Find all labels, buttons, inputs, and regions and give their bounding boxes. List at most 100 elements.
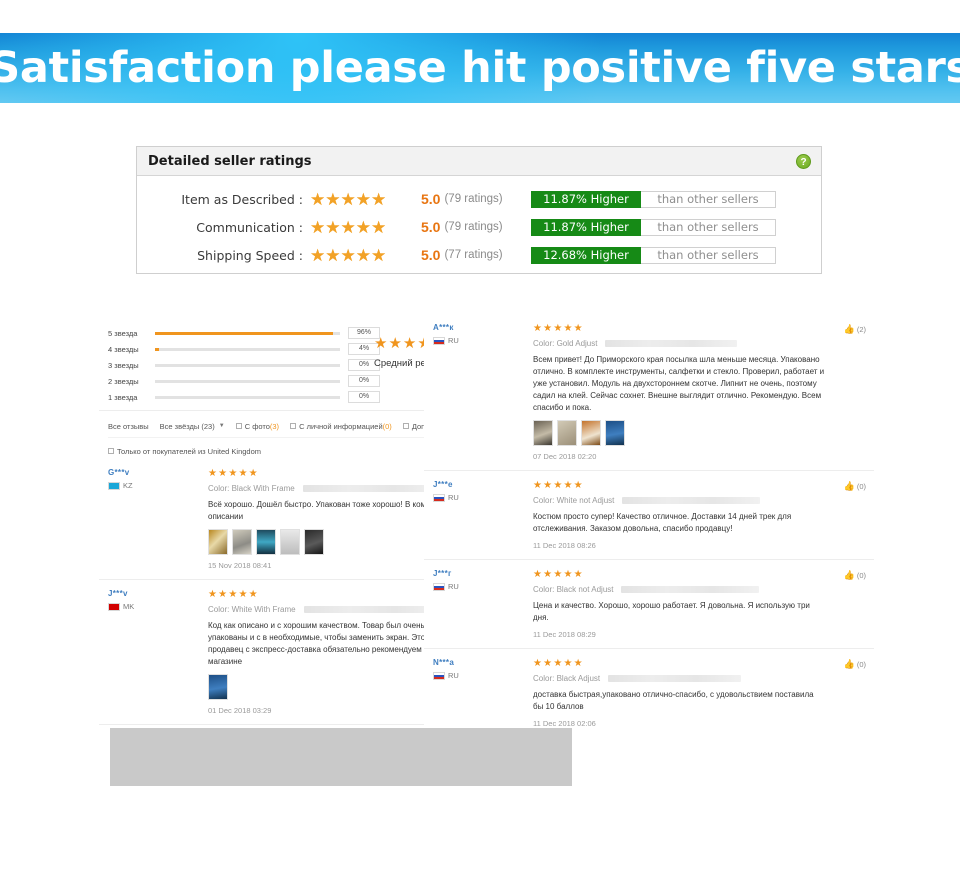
review-username[interactable]: A***к — [433, 323, 493, 332]
dsr-row-stars: ★★★★★ — [310, 245, 387, 265]
review-country-code: RU — [448, 671, 459, 680]
review-variant-label: Color: Black not Adjust — [533, 585, 614, 594]
right-review-list: A***к RU ★★★★★ Color: Gold Adjust Всем приве… — [424, 314, 874, 728]
review-logistics-blurred — [303, 606, 442, 613]
filter-all-reviews[interactable]: Все отзывы — [108, 422, 149, 431]
dsr-row: Communication : ★★★★★ 5.0 (79 ratings) 11.87… — [137, 213, 821, 241]
review-helpful-count[interactable]: 👍 (0) — [844, 659, 866, 670]
dsr-row-label: Item as Described : — [181, 191, 303, 207]
review-user: J***v MK — [108, 589, 168, 611]
review-country-code: RU — [448, 336, 459, 345]
rating-bar-fill — [155, 347, 159, 351]
rating-bar-percent: 0% — [348, 375, 380, 387]
review-helpful-number: (0) — [856, 482, 866, 491]
help-icon[interactable]: ? — [796, 153, 811, 169]
review-photo-thumbnail[interactable] — [304, 529, 324, 555]
rating-bar-percent: 0% — [348, 391, 380, 403]
filter-all-stars-label: Все звёзды (23) — [159, 421, 215, 431]
rating-bar-track — [155, 379, 340, 383]
review-variant: Color: Gold Adjust — [533, 339, 826, 348]
reviews-right-column: A***к RU ★★★★★ Color: Gold Adjust Всем приве… — [424, 314, 874, 728]
review-photo-thumbnail[interactable] — [581, 420, 601, 446]
review-item: A***к RU ★★★★★ Color: Gold Adjust Всем приве… — [424, 314, 874, 470]
dsr-bar-percent: 11.87% Higher — [531, 218, 641, 236]
country-flag-icon — [433, 582, 445, 591]
dsr-row-label: Shipping Speed : — [197, 247, 303, 263]
filter-with-photo[interactable]: С фото (3) — [235, 421, 279, 431]
review-helpful-count[interactable]: 👍 (0) — [844, 481, 866, 492]
thumbs-up-icon: 👍 — [843, 570, 855, 580]
review-stars: ★★★★★ — [533, 323, 584, 334]
thumbs-up-icon: 👍 — [843, 481, 855, 491]
review-variant-label: Color: Black With Frame — [208, 484, 295, 493]
review-username[interactable]: N***a — [433, 658, 493, 667]
review-logistics-blurred — [608, 675, 741, 682]
review-photo-thumbnail[interactable] — [232, 529, 252, 555]
country-flag-icon — [433, 493, 445, 502]
filter-only-uk-buyers[interactable]: Только от покупателей из United Kingdom — [108, 447, 261, 456]
review-username[interactable]: J***г — [433, 569, 493, 578]
filter-with-personal-info-label: С личной информацией — [299, 421, 383, 431]
dsr-comparison-bar: 12.68% Higher than other sellers — [531, 246, 776, 264]
review-item: N***a RU ★★★★★ Color: Black Adjust доставка … — [424, 648, 874, 728]
review-country: RU — [433, 582, 493, 591]
filter-with-photo-label: С фото — [244, 421, 270, 431]
checkbox-addendum[interactable] — [402, 423, 409, 429]
review-photo-thumbnail[interactable] — [256, 529, 276, 555]
review-country-code: MK — [123, 602, 135, 611]
dsr-row-score: 5.0 — [421, 219, 441, 235]
dsr-panel-header: Detailed seller ratings ? — [137, 147, 821, 176]
checkbox-only-uk[interactable] — [108, 448, 114, 454]
country-flag-icon — [108, 602, 120, 611]
review-item: J***г RU ★★★★★ Color: Black not Adjust Цена … — [424, 559, 874, 648]
dsr-rows: Item as Described : ★★★★★ 5.0 (79 ratings) 1… — [137, 176, 821, 269]
review-body: ★★★★★ Color: Gold Adjust Всем привет! До П… — [533, 323, 866, 461]
checkbox-with-photo[interactable] — [235, 423, 242, 429]
reviews-panel: 5 звезда 96% 4 звезды 4% 3 звезды 0% 2 звезды 0… — [99, 314, 874, 728]
review-helpful-number: (0) — [856, 660, 866, 669]
dsr-row-score: 5.0 — [421, 247, 441, 263]
review-helpful-count[interactable]: 👍 (0) — [844, 570, 866, 581]
review-text: Всем привет! До Приморского края посылка… — [533, 355, 825, 412]
dsr-row-count: (77 ratings) — [444, 249, 503, 261]
review-date: 07 Dec 2018 02:20 — [533, 452, 597, 461]
dsr-bar-percent: 11.87% Higher — [531, 190, 641, 208]
review-stars: ★★★★★ — [533, 569, 584, 580]
dsr-comparison-bar: 11.87% Higher than other sellers — [531, 218, 776, 236]
review-logistics-blurred — [621, 586, 760, 593]
review-logistics-blurred — [302, 485, 441, 492]
dsr-row-score: 5.0 — [421, 191, 441, 207]
banner-title: Satisfaction please hit positive five st… — [0, 42, 960, 93]
review-logistics-blurred — [605, 340, 738, 347]
dsr-row: Shipping Speed : ★★★★★ 5.0 (77 ratings) 12.6… — [137, 241, 821, 269]
review-variant: Color: Black not Adjust — [533, 585, 826, 594]
filter-all-stars-dropdown[interactable]: Все звёзды (23) ▼ — [160, 422, 225, 431]
review-helpful-count[interactable]: 👍 (2) — [844, 324, 866, 335]
review-photo-thumbnail[interactable] — [533, 420, 553, 446]
dsr-row-stars: ★★★★★ — [310, 217, 387, 237]
dsr-row-count: (79 ratings) — [444, 193, 503, 205]
checkbox-with-personal-info[interactable] — [290, 423, 297, 429]
dsr-bar-rest-label: than other sellers — [641, 218, 776, 236]
dsr-row-label: Communication : — [196, 219, 303, 235]
review-photo-thumbnail[interactable] — [208, 674, 228, 700]
review-username[interactable]: J***e — [433, 480, 493, 489]
thumbs-up-icon: 👍 — [843, 324, 855, 334]
review-user: N***a RU — [433, 658, 493, 680]
review-photo-thumbnail[interactable] — [605, 420, 625, 446]
rating-bar-track — [155, 395, 340, 399]
review-country: MK — [108, 602, 168, 611]
review-username[interactable]: J***v — [108, 589, 168, 598]
filter-with-personal-info[interactable]: С личной информацией (0) — [290, 422, 392, 431]
review-country: RU — [433, 493, 493, 502]
page-banner: Satisfaction please hit positive five st… — [0, 33, 960, 103]
review-photo-thumbnail[interactable] — [557, 420, 577, 446]
review-helpful-number: (0) — [856, 571, 866, 580]
review-text: Костюм просто супер! Качество отличное. … — [533, 512, 792, 533]
review-text: Цена и качество. Хорошо, хорошо работает… — [533, 601, 810, 622]
review-username[interactable]: G***v — [108, 468, 168, 477]
review-user: A***к RU — [433, 323, 493, 345]
review-photo-thumbnail[interactable] — [208, 529, 228, 555]
filter-only-uk-label: Только от покупателей из United Kingdom — [117, 446, 262, 456]
review-photo-thumbnail[interactable] — [280, 529, 300, 555]
